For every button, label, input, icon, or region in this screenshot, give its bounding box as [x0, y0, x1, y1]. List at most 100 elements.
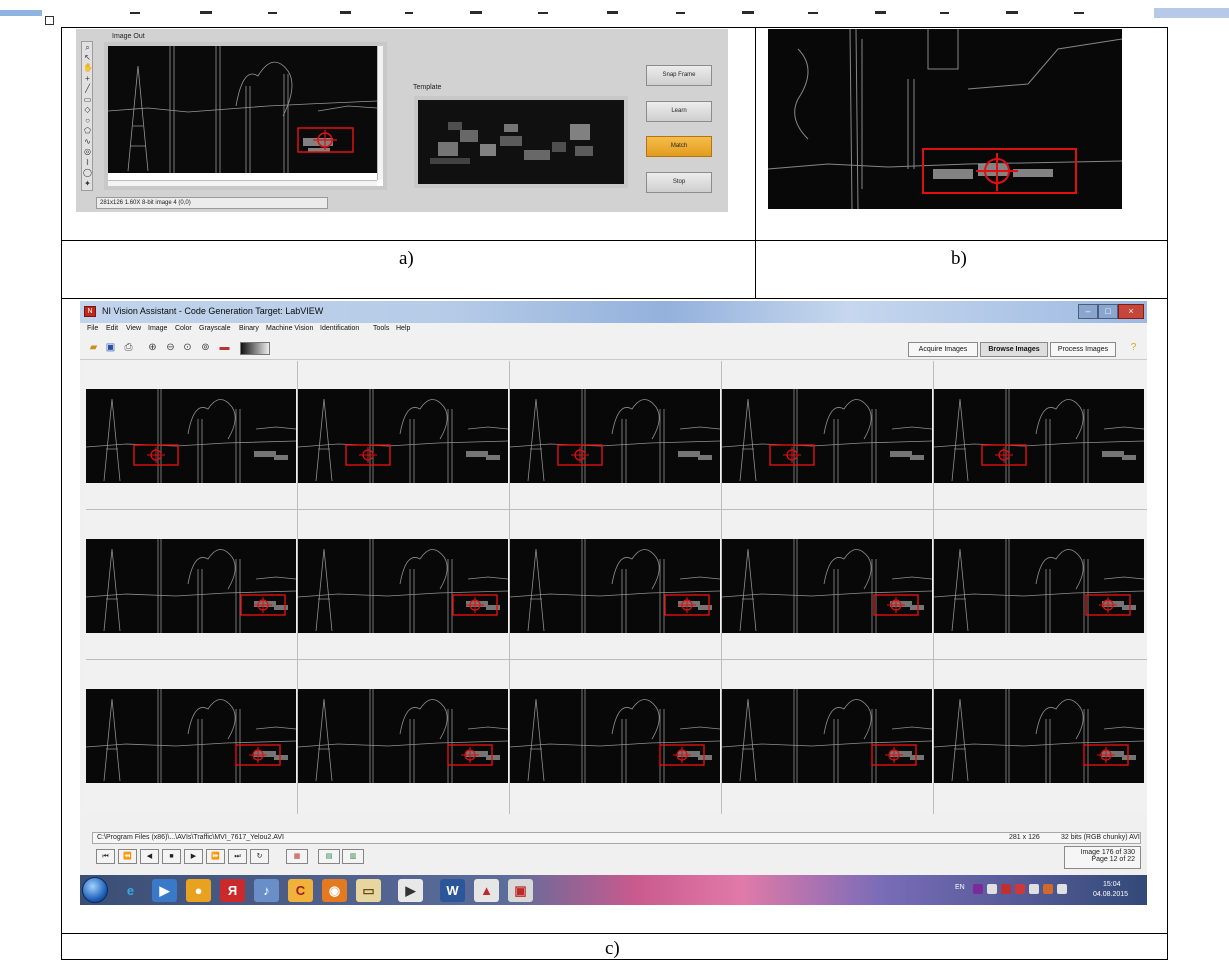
video-frame-thumbnail[interactable] — [934, 389, 1144, 483]
zoom-icon[interactable]: ⌕ — [83, 43, 92, 52]
save-image-icon[interactable]: ▣ — [104, 341, 117, 354]
menu-edit[interactable]: Edit — [106, 325, 118, 332]
language-indicator[interactable]: EN — [955, 884, 965, 891]
menu-file[interactable]: File — [87, 325, 98, 332]
internet-explorer-icon[interactable]: e — [118, 879, 143, 902]
minimize-icon[interactable]: – — [1078, 304, 1098, 319]
rectangle-icon[interactable]: ▭ — [83, 95, 92, 104]
onenote-tray-icon[interactable] — [973, 884, 983, 894]
menu-binary[interactable]: Binary — [239, 325, 259, 332]
stop-button[interactable]: Stop — [646, 172, 712, 193]
vision-assistant-icon[interactable]: ▣ — [508, 879, 533, 902]
image-horizontal-scrollbar[interactable] — [108, 180, 377, 186]
zoom-in-icon[interactable]: ⊕ — [146, 341, 159, 354]
annulus-icon[interactable]: ◎ — [83, 147, 92, 156]
loop-button[interactable]: ↻ — [250, 849, 269, 864]
help-icon[interactable]: ? — [1127, 341, 1140, 354]
fast-forward-button[interactable]: ⏩ — [206, 849, 225, 864]
video-frame-thumbnail[interactable] — [722, 689, 932, 783]
pan-icon[interactable]: ✋ — [83, 63, 93, 72]
battery-tray-icon[interactable] — [1057, 884, 1067, 894]
polygon-icon[interactable]: ⬠ — [83, 126, 92, 135]
learn-button[interactable]: Learn — [646, 101, 712, 122]
video-frame-thumbnail[interactable] — [510, 389, 720, 483]
pointer-icon[interactable]: ↖ — [83, 53, 92, 62]
close-icon[interactable]: × — [1118, 304, 1144, 319]
clock-time[interactable]: 15:04 — [1103, 881, 1121, 888]
video-frame-thumbnail[interactable] — [510, 689, 720, 783]
browse-images-tab[interactable]: Browse Images — [980, 342, 1048, 357]
hand-icon[interactable]: ✦ — [83, 179, 92, 188]
image-vertical-scrollbar[interactable] — [377, 46, 383, 180]
word-icon[interactable]: W — [440, 879, 465, 902]
chart-app-icon[interactable]: ▲ — [474, 879, 499, 902]
menu-color[interactable]: Color — [175, 325, 192, 332]
video-frame-thumbnail[interactable] — [298, 539, 508, 633]
circle-icon[interactable]: ◯ — [83, 168, 92, 177]
acquire-images-tab[interactable]: Acquire Images — [908, 342, 978, 357]
crosshair-icon[interactable]: + — [83, 74, 92, 83]
print-icon[interactable]: ⎙ — [122, 341, 135, 354]
video-frame-thumbnail[interactable] — [86, 389, 296, 483]
menu-tools[interactable]: Tools — [373, 325, 389, 332]
video-frame-thumbnail[interactable] — [86, 689, 296, 783]
menu-identification[interactable]: Identification — [320, 325, 359, 332]
media-player-icon[interactable]: ▶ — [152, 879, 177, 902]
browse-icon[interactable]: ▥ — [342, 849, 364, 864]
line-icon[interactable]: ╱ — [83, 84, 92, 93]
snap-frame-button[interactable]: Snap Frame — [646, 65, 712, 86]
video-frame-thumbnail[interactable] — [86, 539, 296, 633]
network-tray-icon[interactable] — [1029, 884, 1039, 894]
window-titlebar[interactable]: N NI Vision Assistant - Code Generation … — [80, 301, 1147, 323]
audio-player-icon[interactable]: ♪ — [254, 879, 279, 902]
acquire-icon[interactable]: ▤ — [318, 849, 340, 864]
stop-playback-button[interactable]: ■ — [162, 849, 181, 864]
ccleaner-icon[interactable]: C — [288, 879, 313, 902]
maximize-icon[interactable]: □ — [1098, 304, 1118, 319]
process-images-tab[interactable]: Process Images — [1050, 342, 1116, 357]
next-frame-button[interactable]: ▶ — [184, 849, 203, 864]
image-out-display[interactable] — [104, 42, 387, 190]
update-tray-icon[interactable] — [1015, 884, 1025, 894]
video-frame-thumbnail[interactable] — [722, 539, 932, 633]
rotated-rect-icon[interactable]: ◇ — [83, 105, 92, 114]
menu-image[interactable]: Image — [148, 325, 167, 332]
rewind-button[interactable]: ⏪ — [118, 849, 137, 864]
menu-view[interactable]: View — [126, 325, 141, 332]
image-info-icon[interactable]: ▦ — [286, 849, 308, 864]
menu-grayscale[interactable]: Grayscale — [199, 325, 231, 332]
table-move-handle-icon[interactable] — [45, 16, 54, 25]
video-frame-thumbnail[interactable] — [298, 689, 508, 783]
open-image-icon[interactable]: ▰ — [87, 341, 100, 354]
previous-frame-button[interactable]: ◀ — [140, 849, 159, 864]
video-frame-thumbnail[interactable] — [298, 389, 508, 483]
start-button-icon[interactable] — [82, 877, 108, 903]
yandex-browser-icon[interactable]: Я — [220, 879, 245, 902]
video-frame-thumbnail[interactable] — [510, 539, 720, 633]
zoom-out-icon[interactable]: ⊖ — [164, 341, 177, 354]
menu-machine-vision[interactable]: Machine Vision — [266, 325, 313, 332]
zoom-1to1-icon[interactable]: ⊙ — [181, 341, 194, 354]
video-frame-thumbnail[interactable] — [934, 539, 1144, 633]
first-frame-button[interactable]: ⏮ — [96, 849, 115, 864]
security-tray-icon[interactable] — [1043, 884, 1053, 894]
volume-tray-icon[interactable] — [987, 884, 997, 894]
video-frame-thumbnail[interactable] — [722, 389, 932, 483]
browser-icon[interactable]: ◉ — [322, 879, 347, 902]
broken-line-icon[interactable]: ⌇ — [83, 158, 92, 167]
match-button[interactable]: Match — [646, 136, 712, 157]
grayscale-palette-icon[interactable] — [240, 342, 270, 355]
video-frame-thumbnail[interactable] — [934, 689, 1144, 783]
last-frame-button[interactable]: ⏭ — [228, 849, 247, 864]
caption-c: c) — [605, 938, 620, 959]
zoom-fit-icon[interactable]: ⊚ — [199, 341, 212, 354]
menu-help[interactable]: Help — [396, 325, 410, 332]
freehand-icon[interactable]: ∿ — [83, 137, 92, 146]
chrome-icon[interactable]: ● — [186, 879, 211, 902]
antivirus-tray-icon[interactable] — [1001, 884, 1011, 894]
clock-date[interactable]: 04.08.2015 — [1093, 891, 1128, 898]
media-icon[interactable]: ▶ — [398, 879, 423, 902]
file-explorer-icon[interactable]: ▭ — [356, 879, 381, 902]
oval-icon[interactable]: ○ — [83, 116, 92, 125]
palette-icon[interactable]: ▬ — [218, 341, 231, 354]
